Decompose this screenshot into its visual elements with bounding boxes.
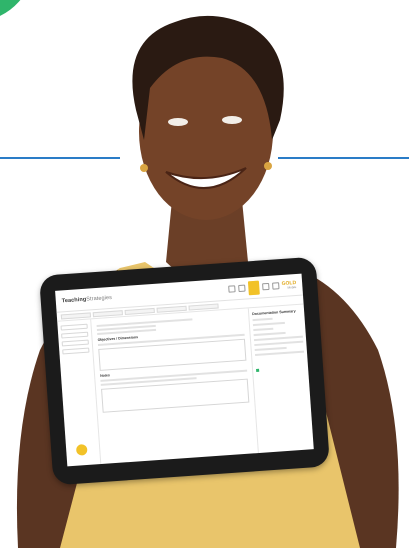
tablet-tab[interactable] [188,303,219,311]
photo-eye-left [168,118,188,126]
tablet-text-line [252,317,273,322]
tablet-tab[interactable] [60,312,92,320]
photo-earring-right [264,162,272,170]
photo-earring-left [140,164,148,172]
tablet-text-line [253,331,286,337]
tablet-content: Objectives / Dimensions Notes Documentat… [57,304,314,467]
tablet-sidebar-item[interactable] [62,347,90,355]
tablet-check-icon [256,368,260,372]
tablet-tool-icon[interactable] [227,285,236,293]
tablet-summary-title: Documentation Summary [252,309,296,317]
tablet-sidebar-item[interactable] [61,339,89,347]
tablet-text-line [254,340,304,347]
tablet-sidebar-item[interactable] [60,323,88,331]
tablet-active-tool-icon[interactable] [247,280,260,295]
tablet-text-line [254,350,305,357]
tablet-text-line [252,321,285,327]
tablet-tab[interactable] [156,305,187,313]
tablet-tab[interactable] [124,307,155,316]
tablet-tab[interactable] [92,310,123,318]
tablet-tool-icon[interactable] [237,284,246,293]
tablet-device: TeachingStrategies GOLD Mobile Objective… [39,256,330,486]
tablet-toolbar: GOLD Mobile [227,278,297,297]
tablet-text-line [253,327,273,332]
tablet-screen: TeachingStrategies GOLD Mobile Objective… [55,273,314,467]
tablet-tool-icon[interactable] [261,282,270,291]
tablet-tool-icon[interactable] [271,282,280,290]
tablet-add-button[interactable] [75,443,88,456]
tablet-main-panel: Objectives / Dimensions Notes [91,308,258,464]
tablet-summary-panel: Documentation Summary [247,304,314,454]
tablet-gold-badge: GOLD Mobile [281,279,297,290]
tablet-text-line [254,346,287,352]
tablet-sidebar-item[interactable] [61,331,89,339]
photo-eye-right [222,116,242,124]
tablet-app-logo: TeachingStrategies [61,294,113,304]
